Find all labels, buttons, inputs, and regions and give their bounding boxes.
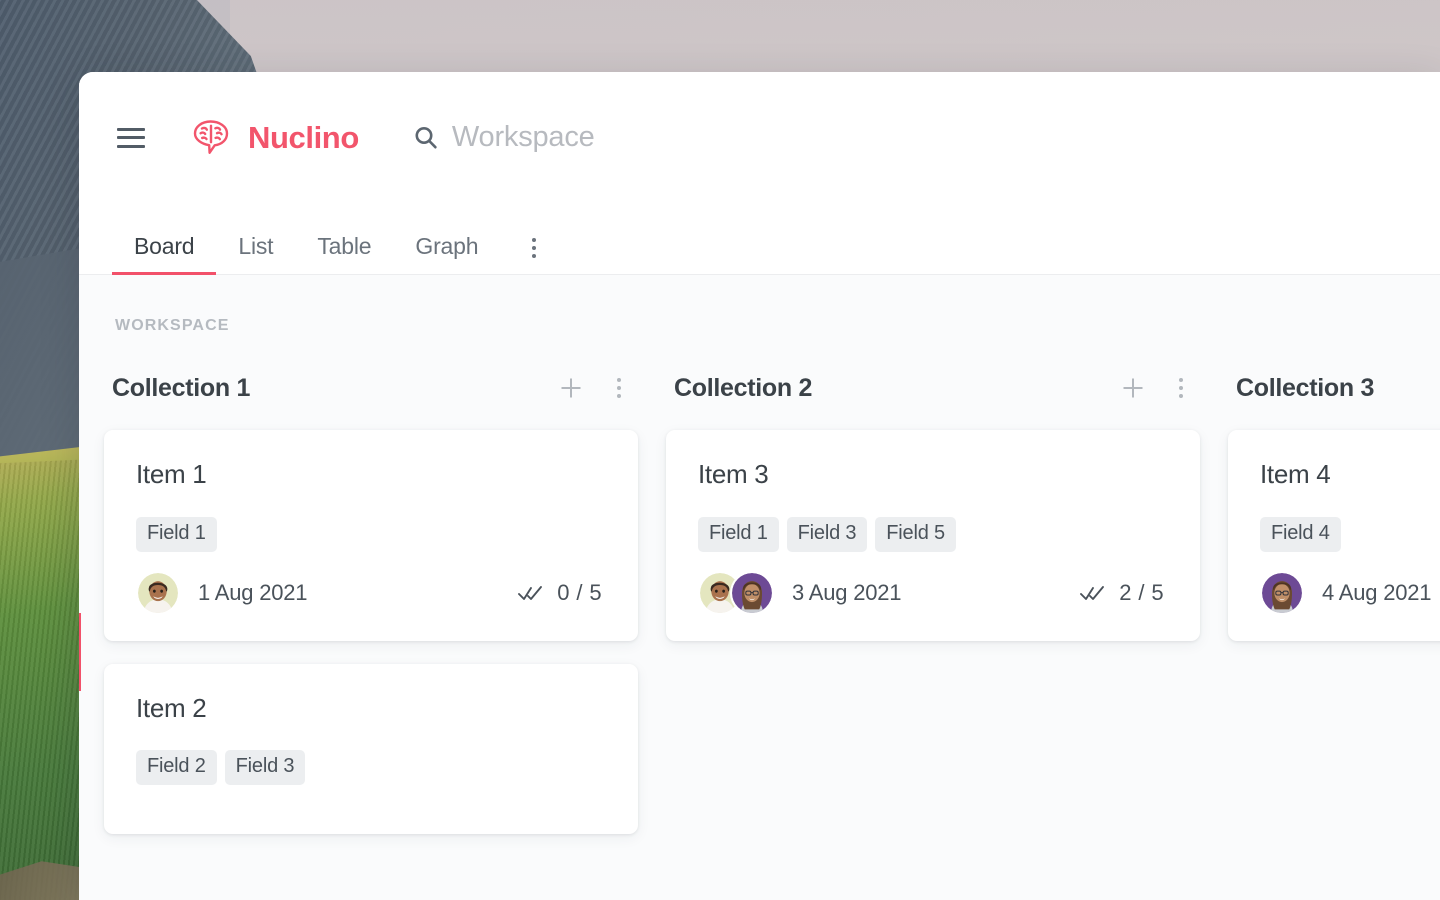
avatar-person-2[interactable] (1260, 570, 1304, 615)
double-check-icon (518, 585, 543, 600)
dot (617, 386, 621, 390)
dot (1179, 386, 1183, 390)
avatar-group (136, 570, 180, 615)
workspace-section-label: WORKSPACE (115, 317, 230, 334)
tab-table[interactable]: Table (295, 235, 393, 274)
card-tasks: 0 / 5 (518, 580, 606, 606)
column-header: Collection 2 (666, 371, 1200, 405)
card-item-3[interactable]: Item 3 Field 1 Field 3 Field 5 3 Aug 202… (666, 430, 1200, 641)
board-column-collection-2: Collection 2 Item 3 Field 1 Field 3 Fiel… (666, 371, 1228, 641)
board-columns: Collection 1 Item 1 Field 1 1 Aug 2021 0… (79, 371, 1440, 834)
dot (532, 246, 537, 250)
card-list: Item 4 Field 4 4 Aug 2021 (1228, 430, 1440, 641)
field-chip[interactable]: Field 4 (1260, 516, 1341, 552)
search-icon (415, 126, 437, 149)
card-title: Item 4 (1260, 459, 1331, 489)
dot (532, 238, 537, 242)
tasks-count: 0 / 5 (557, 579, 602, 605)
avatar-person-2[interactable] (730, 570, 774, 615)
field-chip[interactable]: Field 1 (698, 516, 779, 552)
avatar-person-1[interactable] (136, 570, 180, 615)
tab-list[interactable]: List (216, 235, 295, 274)
card-title: Item 3 (698, 459, 769, 489)
column-header: Collection 3 (1228, 371, 1440, 405)
plus-icon[interactable] (554, 371, 588, 405)
card-list: Item 1 Field 1 1 Aug 2021 0 / 5 Item 2 F… (104, 430, 638, 834)
plus-icon[interactable] (1116, 371, 1150, 405)
dot (617, 394, 621, 398)
field-chip[interactable]: Field 5 (875, 516, 956, 552)
search-placeholder: Workspace (451, 121, 595, 153)
column-title: Collection 1 (112, 373, 251, 402)
hamburger-line (117, 127, 145, 131)
column-more-vertical-icon[interactable] (1168, 371, 1194, 405)
double-check-icon (1080, 585, 1105, 600)
column-title: Collection 2 (674, 373, 813, 402)
card-footer: 3 Aug 2021 2 / 5 (698, 570, 1168, 615)
desktop-wallpaper: Nuclino Workspace Board List Table Graph (0, 0, 1440, 900)
column-title: Collection 3 (1236, 373, 1375, 402)
tab-board[interactable]: Board (112, 235, 217, 275)
field-chip[interactable]: Field 3 (786, 516, 868, 552)
nuclino-brain-logo-icon (193, 119, 229, 154)
card-list: Item 3 Field 1 Field 3 Field 5 3 Aug 202… (666, 430, 1200, 641)
card-chips: Field 1 (136, 516, 606, 552)
card-item-1[interactable]: Item 1 Field 1 1 Aug 2021 0 / 5 (104, 430, 638, 641)
dot (1179, 378, 1183, 382)
hamburger-line (117, 136, 145, 139)
dot (532, 254, 537, 258)
card-tasks: 2 / 5 (1080, 580, 1168, 606)
card-title: Item 1 (136, 459, 207, 489)
view-tabs: Board List Table Graph (79, 203, 1440, 275)
hamburger-line (117, 144, 145, 148)
board-column-collection-1: Collection 1 Item 1 Field 1 1 Aug 2021 0… (104, 371, 666, 834)
card-title: Item 2 (136, 692, 207, 723)
card-footer: 4 Aug 2021 (1260, 570, 1440, 615)
card-footer: 1 Aug 2021 0 / 5 (136, 570, 606, 615)
card-date: 4 Aug 2021 (1322, 579, 1432, 605)
card-item-4[interactable]: Item 4 Field 4 4 Aug 2021 (1228, 430, 1440, 641)
dot (617, 378, 621, 382)
top-bar: Nuclino Workspace (79, 72, 1440, 203)
card-date: 3 Aug 2021 (792, 579, 902, 605)
window-edge-accent (79, 613, 81, 691)
card-item-2[interactable]: Item 2 Field 2 Field 3 (104, 663, 638, 834)
brand-logo[interactable]: Nuclino (187, 117, 359, 159)
card-date: 1 Aug 2021 (198, 579, 308, 605)
tab-graph[interactable]: Graph (393, 235, 500, 274)
board-area: WORKSPACE Collection 1 Item 1 Field 1 1 … (79, 275, 1440, 900)
field-chip[interactable]: Field 2 (136, 750, 217, 786)
tasks-count: 2 / 5 (1119, 579, 1164, 605)
dot (1179, 394, 1183, 398)
field-chip[interactable]: Field 3 (224, 750, 306, 786)
avatar-group (1260, 570, 1304, 615)
column-header: Collection 1 (104, 371, 638, 405)
card-chips: Field 4 (1260, 516, 1440, 552)
hamburger-menu-icon[interactable] (117, 127, 145, 148)
board-column-collection-3: Collection 3 Item 4 Field 4 4 Aug 2021 (1228, 371, 1440, 641)
app-window: Nuclino Workspace Board List Table Graph (79, 72, 1440, 900)
tabs-more-vertical-icon[interactable] (517, 231, 551, 265)
search-input[interactable]: Workspace (413, 121, 1440, 154)
avatar-group (698, 570, 774, 615)
column-more-vertical-icon[interactable] (606, 371, 632, 405)
card-chips: Field 1 Field 3 Field 5 (698, 516, 1168, 552)
brand-name: Nuclino (248, 120, 359, 155)
card-chips: Field 2 Field 3 (136, 750, 606, 786)
field-chip[interactable]: Field 1 (136, 516, 217, 552)
